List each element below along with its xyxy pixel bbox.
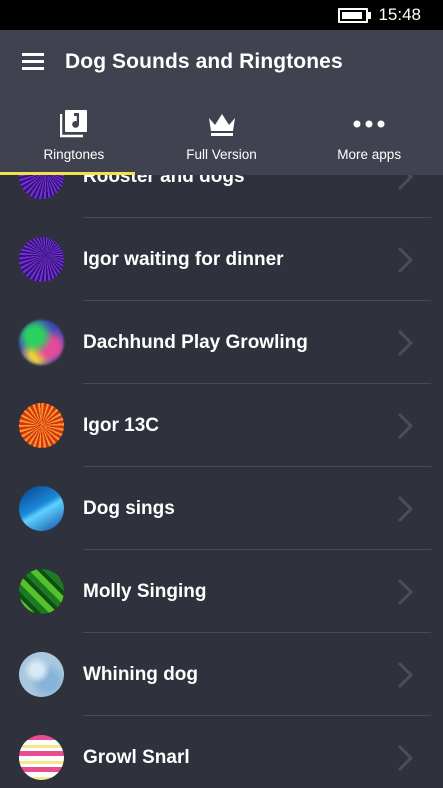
list-item[interactable]: Rooster and dogs xyxy=(0,175,443,218)
chevron-right-icon xyxy=(397,175,413,191)
music-note-icon xyxy=(59,109,88,139)
ringtone-thumbnail xyxy=(19,403,64,448)
ringtone-thumbnail xyxy=(19,569,64,614)
status-bar: 15:48 xyxy=(0,0,443,30)
tab-more-apps-label: More apps xyxy=(337,147,402,162)
chevron-right-icon xyxy=(397,744,413,772)
ringtone-title: Dog sings xyxy=(83,498,175,519)
ringtone-thumbnail xyxy=(19,486,64,531)
chevron-right-icon xyxy=(397,329,413,357)
ringtone-list[interactable]: Rooster and dogs Igor waiting for dinner… xyxy=(0,175,443,788)
chevron-right-icon xyxy=(397,578,413,606)
ringtone-title: Igor 13C xyxy=(83,415,160,436)
ringtone-title: Rooster and dogs xyxy=(83,175,245,187)
list-item[interactable]: Igor 13C xyxy=(0,384,443,467)
tab-full-version[interactable]: Full Version xyxy=(148,105,296,175)
tab-bar: Ringtones Full Version More apps xyxy=(0,105,443,175)
ringtone-title: Igor waiting for dinner xyxy=(83,249,284,270)
hamburger-menu-icon[interactable] xyxy=(22,53,44,71)
chevron-right-icon xyxy=(397,246,413,274)
tab-ringtones[interactable]: Ringtones xyxy=(0,105,148,175)
list-item[interactable]: Dachhund Play Growling xyxy=(0,301,443,384)
chevron-right-icon xyxy=(397,661,413,689)
tab-ringtones-label: Ringtones xyxy=(43,147,105,162)
ringtone-thumbnail xyxy=(19,320,64,365)
ringtone-title: Growl Snarl xyxy=(83,747,190,768)
more-dots-icon xyxy=(353,109,385,139)
status-time: 15:48 xyxy=(378,5,421,24)
tab-full-version-label: Full Version xyxy=(186,147,257,162)
app-header: Dog Sounds and Ringtones Ringtones Full … xyxy=(0,30,443,175)
chevron-right-icon xyxy=(397,412,413,440)
crown-icon xyxy=(207,109,237,139)
app-title: Dog Sounds and Ringtones xyxy=(65,50,343,73)
list-item[interactable]: Growl Snarl xyxy=(0,716,443,788)
ringtone-thumbnail xyxy=(19,652,64,697)
chevron-right-icon xyxy=(397,495,413,523)
ringtone-thumbnail xyxy=(19,175,64,199)
battery-icon xyxy=(338,7,372,23)
ringtone-thumbnail xyxy=(19,735,64,780)
list-item[interactable]: Molly Singing xyxy=(0,550,443,633)
list-item[interactable]: Igor waiting for dinner xyxy=(0,218,443,301)
ringtone-thumbnail xyxy=(19,237,64,282)
battery-level-fill xyxy=(342,11,363,19)
list-item[interactable]: Whining dog xyxy=(0,633,443,716)
tab-more-apps[interactable]: More apps xyxy=(295,105,443,175)
ringtone-title: Molly Singing xyxy=(83,581,207,602)
ringtone-title: Dachhund Play Growling xyxy=(83,332,308,353)
list-item[interactable]: Dog sings xyxy=(0,467,443,550)
ringtone-title: Whining dog xyxy=(83,664,199,685)
